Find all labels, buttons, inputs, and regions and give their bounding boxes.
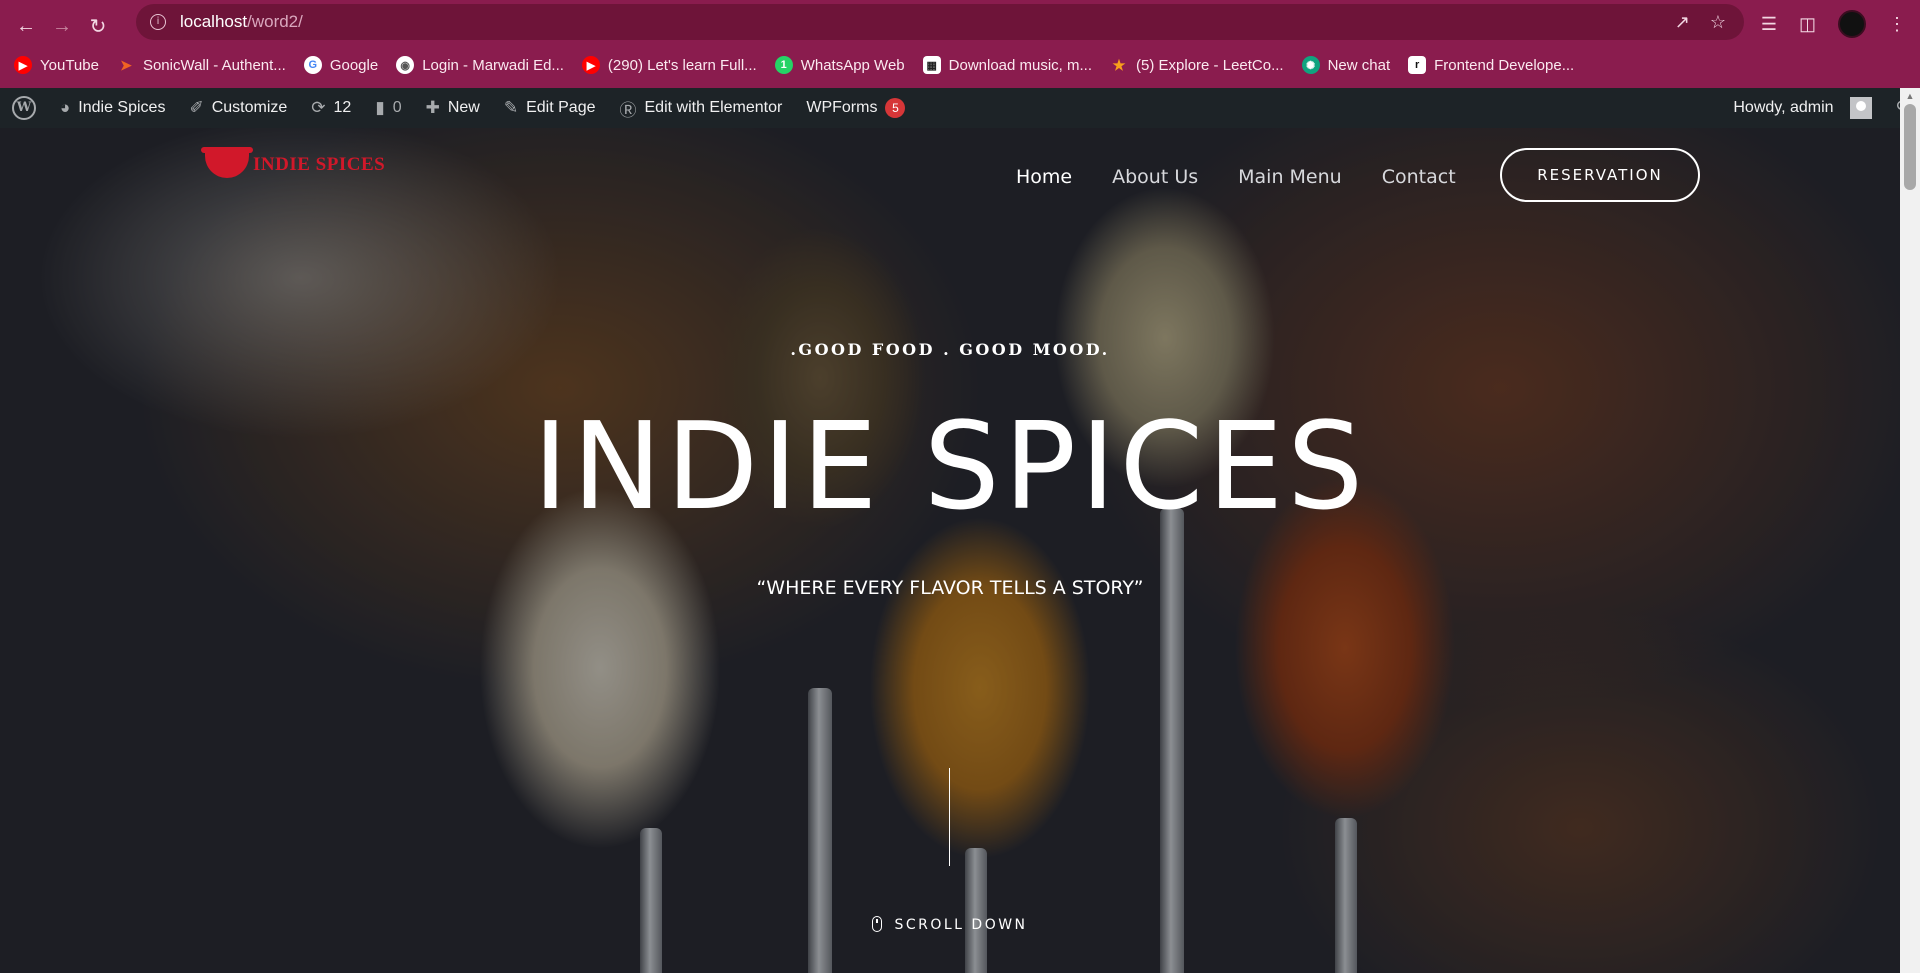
url-path: /word2/ [247, 12, 303, 31]
mouse-icon [872, 916, 883, 932]
share-icon[interactable]: ↗ [1675, 12, 1690, 33]
forward-arrow-icon[interactable]: → [44, 8, 80, 44]
bookmark-sonicwall[interactable]: ➤ SonicWall - Authent... [117, 56, 286, 74]
customize-link[interactable]: ✐ Customize [177, 88, 299, 128]
side-panel-icon[interactable]: ◫ [1799, 14, 1816, 35]
reservation-button[interactable]: RESERVATION [1500, 148, 1700, 202]
profile-avatar[interactable] [1838, 10, 1866, 38]
edit-with-elementor-link[interactable]: Ⓡ Edit with Elementor [608, 88, 795, 128]
my-account-menu[interactable]: Howdy, admin [1721, 88, 1883, 128]
pencil-icon: ✎ [503, 98, 519, 117]
nav-contact[interactable]: Contact [1382, 166, 1456, 188]
paintbrush-icon: ✐ [189, 98, 204, 117]
scroll-down-link[interactable]: SCROLL DOWN [0, 916, 1900, 933]
url-host: localhost [180, 12, 248, 31]
nav-about-us[interactable]: About Us [1112, 166, 1198, 188]
download-site-icon: ▦ [922, 56, 941, 74]
dashboard-gauge-icon: ◕ [60, 98, 71, 117]
hero-tagline: .GOOD FOOD . GOOD MOOD. [790, 340, 1110, 359]
site-name-menu[interactable]: ◕ Indie Spices [48, 88, 177, 128]
user-avatar [1849, 97, 1872, 119]
main-navigation: Home About Us Main Menu Contact [1016, 166, 1456, 188]
chatgpt-icon: ✺ [1301, 56, 1320, 74]
wp-logo-menu[interactable]: W [0, 88, 48, 128]
bookmark-whatsapp[interactable]: 1 WhatsApp Web [774, 56, 905, 74]
youtube-icon: ▶ [14, 56, 32, 74]
spice-bowl-logo-icon [201, 147, 253, 178]
reload-icon[interactable]: ↻ [80, 8, 116, 44]
browser-menu-icon[interactable]: ⋮ [1888, 14, 1906, 35]
page-content: INDIE SPICES Home About Us Main Menu Con… [0, 128, 1900, 973]
globe-icon: ◉ [396, 56, 415, 74]
google-icon: G [303, 56, 322, 74]
whatsapp-icon: 1 [774, 56, 793, 74]
sonicwall-icon: ➤ [120, 56, 132, 73]
wpforms-notification-badge: 5 [885, 98, 906, 118]
bookmark-star-icon[interactable]: ☆ [1710, 12, 1726, 33]
wpforms-menu[interactable]: WPForms 5 [794, 88, 917, 128]
wordpress-logo-icon: W [12, 96, 36, 120]
site-logo[interactable]: INDIE SPICES [201, 147, 385, 178]
bookmark-new-chat[interactable]: ✺ New chat [1301, 56, 1390, 74]
hero-subtitle: “WHERE EVERY FLAVOR TELLS A STORY” [756, 577, 1144, 599]
bookmark-google[interactable]: G Google [303, 56, 378, 74]
scroll-indicator-line [949, 768, 950, 866]
elementor-icon: Ⓡ [619, 100, 637, 120]
reading-list-icon[interactable]: ☰ [1761, 14, 1777, 35]
bookmark-marwadi-login[interactable]: ◉ Login - Marwadi Ed... [396, 56, 564, 74]
bookmark-leetcode[interactable]: ✭ (5) Explore - LeetCo... [1110, 56, 1283, 74]
bookmark-frontend[interactable]: r Frontend Develope... [1408, 56, 1574, 74]
edit-page-link[interactable]: ✎ Edit Page [492, 88, 608, 128]
scroll-up-arrow-icon[interactable]: ▲ [1900, 88, 1920, 104]
site-info-icon[interactable]: i [150, 14, 166, 30]
bookmarks-bar: ▶ YouTube ➤ SonicWall - Authent... G Google… [0, 50, 1920, 80]
bookmark-youtube[interactable]: ▶ YouTube [14, 56, 99, 74]
address-bar[interactable]: i localhost/word2/ ↗ ☆ [136, 4, 1744, 40]
page-scrollbar[interactable]: ▲ [1900, 88, 1920, 973]
back-arrow-icon[interactable]: ← [8, 8, 44, 44]
comment-icon: ▮ [375, 98, 385, 117]
bookmark-download-music[interactable]: ▦ Download music, m... [922, 56, 1092, 74]
bookmark-youtube-learn[interactable]: ▶ (290) Let's learn Full... [581, 56, 757, 74]
scrollbar-thumb[interactable] [1904, 104, 1916, 190]
wp-admin-bar: W ◕ Indie Spices ✐ Customize ⟳ 12 ▮ 0 ✚ New ✎… [0, 88, 1920, 128]
leetcode-icon: ✭ [1113, 56, 1125, 73]
youtube-icon: ▶ [581, 56, 600, 74]
hero-overlay [0, 128, 1900, 973]
plus-icon: ✚ [425, 98, 440, 117]
nav-main-menu[interactable]: Main Menu [1238, 166, 1342, 188]
frontend-site-icon: r [1408, 56, 1427, 74]
browser-toolbar: ← → ↻ i localhost/word2/ ↗ ☆ ☰ ◫ ⋮ ▶ YouT… [0, 0, 1920, 88]
new-content-menu[interactable]: ✚ New [414, 88, 492, 128]
updates-link[interactable]: ⟳ 12 [299, 88, 363, 128]
nav-home[interactable]: Home [1016, 166, 1072, 188]
comments-link[interactable]: ▮ 0 [363, 88, 413, 128]
updates-icon: ⟳ [311, 98, 326, 117]
hero-title: INDIE SPICES [532, 398, 1368, 537]
